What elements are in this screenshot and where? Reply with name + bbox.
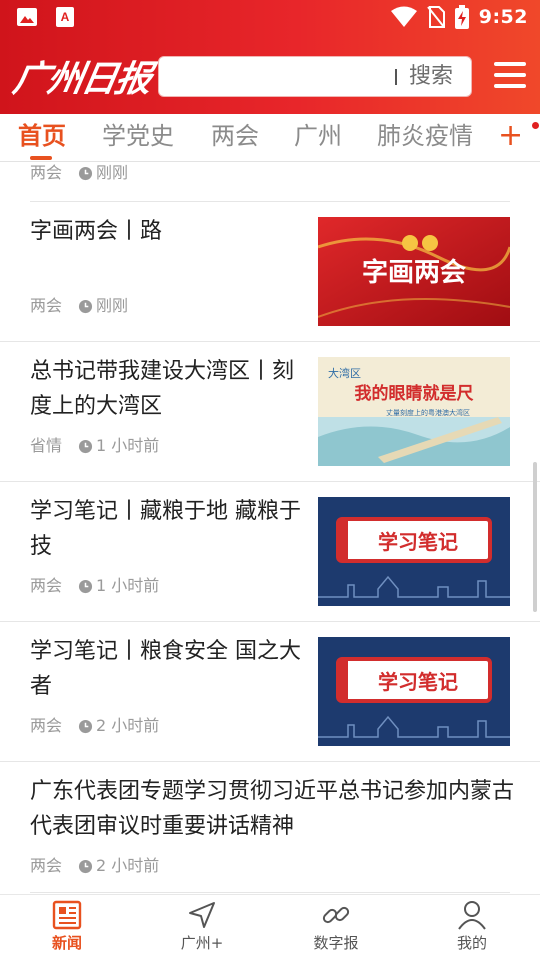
clock-icon	[78, 579, 93, 593]
active-tab-indicator	[30, 156, 52, 160]
clock-icon	[78, 299, 93, 313]
navigation-arrow-icon	[189, 902, 215, 928]
item-time: 刚刚	[96, 296, 129, 315]
nav-guangzhou-plus[interactable]: 广州+	[157, 899, 247, 953]
item-source: 两会	[30, 856, 63, 875]
menu-icon[interactable]	[494, 62, 526, 90]
nav-news[interactable]: 新闻	[22, 899, 112, 953]
item-time: 2 小时前	[96, 856, 160, 875]
list-item[interactable]: 字画两会丨路 字画两会 两会 刚刚	[0, 202, 540, 342]
item-time: 刚刚	[96, 163, 129, 182]
tab-party-history[interactable]: 学党史	[102, 120, 174, 152]
search-button[interactable]: 搜索	[409, 61, 453, 93]
clock-icon	[78, 439, 93, 453]
status-bar: A 9:52	[0, 0, 540, 36]
nav-label: 新闻	[51, 934, 82, 952]
channel-tabs: 首页 学党史 两会 广州 肺炎疫情 +	[0, 114, 540, 162]
tab-guangzhou[interactable]: 广州	[294, 120, 342, 152]
svg-text:A: A	[61, 10, 70, 24]
item-meta: 两会 刚刚	[30, 295, 128, 317]
clock-icon	[78, 166, 93, 180]
tab-home[interactable]: 首页	[18, 120, 66, 152]
clock-icon	[78, 859, 93, 873]
item-thumbnail[interactable]: 字画两会	[318, 217, 510, 326]
newspaper-icon	[52, 900, 82, 930]
battery-charging-icon	[454, 5, 469, 29]
item-source: 两会	[30, 163, 63, 182]
item-meta: 省情 1 小时前	[30, 435, 159, 457]
tab-two-sessions[interactable]: 两会	[211, 120, 259, 152]
link-icon	[322, 906, 350, 924]
status-time: 9:52	[478, 6, 528, 28]
nav-profile[interactable]: 我的	[427, 899, 517, 953]
app-logo[interactable]: 广州日报	[9, 50, 154, 102]
notification-dot	[532, 122, 539, 129]
app-header: A 9:52 广州日报 搜索	[0, 0, 540, 114]
item-source: 省情	[30, 436, 63, 455]
image-icon	[17, 8, 37, 26]
list-item[interactable]: 学习笔记丨粮食安全 国之大者 学习笔记 两会 2 小时前	[0, 622, 540, 762]
divider	[30, 892, 510, 893]
clock-icon	[78, 719, 93, 733]
svg-text:字画两会: 字画两会	[362, 257, 466, 288]
svg-text:学习笔记: 学习笔记	[378, 530, 458, 554]
svg-text:丈量刻度上的粤港澳大湾区: 丈量刻度上的粤港澳大湾区	[386, 408, 470, 417]
item-thumbnail[interactable]: 学习笔记	[318, 637, 510, 746]
list-item[interactable]: 广东代表团专题学习贯彻习近平总书记参加内蒙古代表团审议时重要讲话精神 两会 2 …	[0, 762, 540, 894]
add-channel-icon[interactable]: +	[498, 120, 523, 152]
item-title[interactable]: 总书记带我建设大湾区丨刻度上的大湾区	[30, 354, 308, 424]
wifi-icon	[390, 6, 417, 27]
partial-item-meta: 两会 刚刚	[30, 162, 128, 184]
item-meta: 两会 1 小时前	[30, 575, 159, 597]
item-meta: 两会 2 小时前	[30, 715, 159, 737]
nav-label: 广州+	[180, 934, 224, 952]
item-source: 两会	[30, 576, 63, 595]
nav-label: 数字报	[313, 934, 359, 952]
item-title[interactable]: 字画两会丨路	[30, 214, 308, 249]
search-bar[interactable]: 搜索	[158, 56, 472, 97]
svg-text:我的眼睛就是尺: 我的眼睛就是尺	[355, 383, 474, 404]
item-title[interactable]: 学习笔记丨藏粮于地 藏粮于技	[30, 494, 308, 564]
item-source: 两会	[30, 296, 63, 315]
item-time: 1 小时前	[96, 576, 160, 595]
item-meta: 两会 2 小时前	[30, 855, 159, 877]
bottom-navigation: 新闻 广州+ 数字报 我的	[0, 894, 540, 960]
scrollbar[interactable]	[533, 462, 537, 612]
item-time: 1 小时前	[96, 436, 160, 455]
tab-epidemic[interactable]: 肺炎疫情	[377, 120, 473, 152]
item-thumbnail[interactable]: 学习笔记	[318, 497, 510, 606]
item-title[interactable]: 学习笔记丨粮食安全 国之大者	[30, 634, 308, 704]
svg-text:大湾区: 大湾区	[328, 366, 361, 380]
svg-text:学习笔记: 学习笔记	[378, 670, 458, 694]
nav-digital-paper[interactable]: 数字报	[291, 899, 381, 953]
nav-label: 我的	[456, 934, 487, 952]
item-title[interactable]: 广东代表团专题学习贯彻习近平总书记参加内蒙古代表团审议时重要讲话精神	[30, 774, 516, 844]
list-item[interactable]: 学习笔记丨藏粮于地 藏粮于技 学习笔记 两会 1 小时前	[0, 482, 540, 622]
pdf-icon: A	[56, 7, 74, 27]
item-source: 两会	[30, 716, 63, 735]
user-icon	[458, 901, 486, 930]
search-divider	[395, 69, 397, 85]
item-thumbnail[interactable]: 大湾区 我的眼睛就是尺 丈量刻度上的粤港澳大湾区	[318, 357, 510, 466]
item-time: 2 小时前	[96, 716, 160, 735]
news-feed: 两会 刚刚 字画两会丨路 字画两会 两会 刚刚 总书记带我建设大湾区丨刻度上的大…	[0, 162, 540, 894]
no-sim-icon	[426, 6, 445, 28]
list-item[interactable]: 总书记带我建设大湾区丨刻度上的大湾区 大湾区 我的眼睛就是尺 丈量刻度上的粤港澳…	[0, 342, 540, 482]
